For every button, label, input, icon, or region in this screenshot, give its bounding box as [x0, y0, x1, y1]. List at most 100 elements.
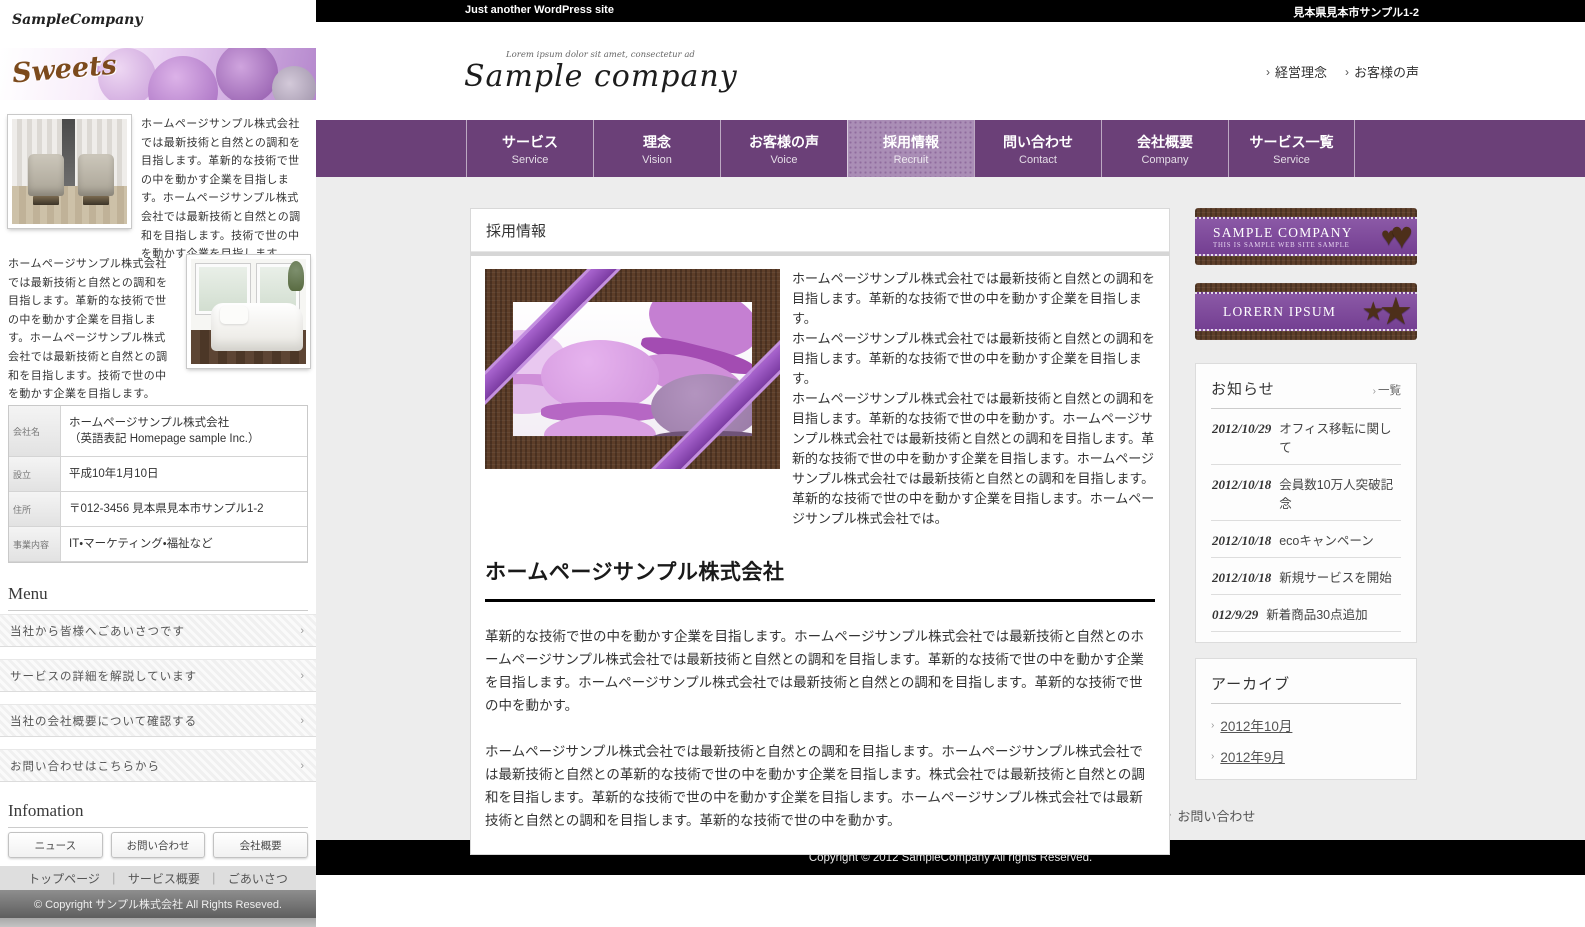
sidebar-about-block-2: ホームページサンプル株式会社では最新技術と自然との調和を目指します。革新的な技術… — [8, 255, 310, 404]
right-sidebar: SAMPLE COMPANY THIS IS SAMPLE WEB SITE S… — [1195, 208, 1417, 795]
header-link-voice[interactable]: › お客様の声 — [1345, 62, 1419, 81]
footer-link-label: お問い合わせ — [1177, 806, 1255, 825]
news-title: お知らせ — [1211, 378, 1275, 399]
news-item[interactable]: 012/9/29 新着商品30点追加 — [1211, 595, 1401, 632]
nav-tab-label-en: Vision — [642, 154, 672, 166]
menu-item-label: お問い合わせはこちらから — [10, 758, 160, 774]
content-area: 採用情報 ホームページサンプル株式会社では最新技術と自然との調和を — [316, 177, 1585, 790]
news-item[interactable]: 2012/10/18 会員数10万人突破記念 — [1211, 465, 1401, 521]
lorem-ipsum-banner[interactable]: LORERN IPSUM ★ ★ — [1195, 283, 1417, 340]
nav-tabs: サービス Service 理念 Vision お客様の声 Voice 採用情報 … — [466, 120, 1355, 177]
information-button[interactable]: 会社概要 — [213, 832, 308, 858]
news-text: オフィス移転に関して — [1279, 418, 1400, 456]
news-text: 新規サービスを開始 — [1279, 567, 1392, 586]
chevron-right-icon: › — [1211, 751, 1214, 762]
nav-tab[interactable]: 会社概要 Company — [1101, 120, 1228, 177]
intro-text: ホームページサンプル株式会社では最新技術と自然との調和を目指します。革新的な技術… — [792, 269, 1155, 529]
news-item[interactable]: 2012/10/18 ecoキャンペーン — [1211, 521, 1401, 558]
footer-link[interactable]: › お問い合わせ — [1168, 806, 1256, 825]
left-sidebar: SampleCompany Sweets ホームページサンプル株式会社では最新技… — [0, 0, 316, 927]
news-item[interactable]: 2012/10/29 オフィス移転に関して — [1211, 409, 1401, 465]
table-row: 会社名 ホームページサンプル株式会社 （英語表記 Homepage sample… — [9, 406, 307, 457]
header-link-label: 経営理念 — [1275, 62, 1327, 81]
news-item[interactable]: 2012/10/18 新規サービスを開始 — [1211, 558, 1401, 595]
archive-link[interactable]: 2012年9月 — [1220, 746, 1285, 766]
table-row-value: 平成10年1月10日 — [61, 457, 307, 491]
sidebar-menu-heading: Menu — [8, 584, 308, 611]
nav-tab-label-jp: 会社概要 — [1137, 132, 1193, 152]
chevron-right-icon: › — [1345, 65, 1349, 79]
sidebar-footer-link-top[interactable]: トップページ — [28, 870, 100, 887]
intro-row: ホームページサンプル株式会社では最新技術と自然との調和を目指します。革新的な技術… — [485, 269, 1155, 529]
archive-item: › 2012年10月 — [1211, 715, 1401, 735]
macaron-shape — [148, 56, 218, 100]
nav-tab-label-en: Service — [1273, 154, 1310, 166]
nav-spacer-right — [1355, 120, 1585, 177]
about-text: ホームページサンプル株式会社では最新技術と自然との調和を目指します。革新的な技術… — [141, 115, 310, 264]
news-date: 2012/10/18 — [1212, 570, 1271, 586]
table-row: 設立 平成10年1月10日 — [9, 457, 307, 492]
nav-tab[interactable]: お客様の声 Voice — [720, 120, 847, 177]
sidebar-menu-item[interactable]: 当社の会社概要について確認する › — [0, 704, 316, 737]
nav-tab-label-en: Service — [512, 154, 549, 166]
sidebar-menu-list: 当社から皆様へごあいさつです › サービスの詳細を解説しています › 当社の会社… — [0, 614, 316, 794]
news-text: 会員数10万人突破記念 — [1279, 474, 1400, 512]
information-button[interactable]: お問い合わせ — [111, 832, 206, 858]
sweets-banner-image: Sweets — [0, 48, 316, 100]
nav-tab-label-en: Voice — [771, 154, 798, 166]
body-paragraph-1: 革新的な技術で世の中を動かす企業を目指します。ホームページサンプル株式会社では最… — [485, 625, 1155, 717]
nav-tab[interactable]: サービス一覧 Service — [1228, 120, 1355, 177]
site-tagline: Just another WordPress site — [465, 4, 614, 16]
sidebar-information-heading: Infomation — [8, 801, 308, 828]
archive-box: アーカイブ › 2012年10月 › 2012年9月 — [1195, 658, 1417, 780]
pillow-shape — [220, 306, 248, 324]
nav-tab-label-jp: お客様の声 — [749, 132, 819, 152]
sidebar-bottom-strip — [0, 918, 316, 927]
information-button[interactable]: ニュース — [8, 832, 103, 858]
news-text: ecoキャンペーン — [1279, 530, 1374, 549]
sidebar-footer-link-greeting[interactable]: ごあいさつ — [228, 870, 288, 887]
nav-tab[interactable]: 理念 Vision — [593, 120, 720, 177]
section-heading: ホームページサンプル株式会社 — [485, 556, 1155, 602]
separator: ｜ — [108, 870, 120, 887]
site-address: 見本県見本市サンプル1-2 — [1293, 4, 1419, 20]
chevron-right-icon: › — [300, 760, 304, 772]
sidebar-logo: SampleCompany — [12, 12, 142, 28]
nav-tab[interactable]: 問い合わせ Contact — [974, 120, 1101, 177]
chevron-right-icon: › — [300, 625, 304, 637]
table-row-label: 設立 — [9, 457, 61, 491]
chairs-photo — [8, 115, 131, 228]
nav-tab[interactable]: サービス Service — [466, 120, 593, 177]
nav-tab[interactable]: 採用情報 Recruit — [847, 120, 974, 177]
macaron-shape — [216, 48, 278, 100]
macaron-shape — [541, 340, 662, 436]
body-paragraph-2: ホームページサンプル株式会社では最新技術と自然との調和を目指します。ホームページ… — [485, 740, 1155, 832]
news-list-link[interactable]: ›一覧 — [1373, 382, 1401, 398]
chair-shape — [28, 154, 64, 196]
chevron-right-icon: › — [1373, 386, 1376, 397]
sidebar-menu-item[interactable]: お問い合わせはこちらから › — [0, 749, 316, 782]
menu-item-label: 当社の会社概要について確認する — [10, 713, 197, 729]
sidebar-about-block-1: ホームページサンプル株式会社では最新技術と自然との調和を目指します。革新的な技術… — [8, 115, 310, 264]
sidebar-footer-link-service[interactable]: サービス概要 — [128, 870, 200, 887]
header-link-philosophy[interactable]: › 経営理念 — [1266, 62, 1327, 81]
chevron-right-icon: › — [300, 670, 304, 682]
news-box: お知らせ ›一覧 2012/10/29 オフィス移転に関して 2012/10/1… — [1195, 363, 1417, 643]
archive-link[interactable]: 2012年10月 — [1220, 715, 1292, 735]
sidebar-menu-item[interactable]: サービスの詳細を解説しています › — [0, 659, 316, 692]
chair-shape — [78, 154, 114, 196]
hearts-icon: ♥ ♥ — [1381, 208, 1413, 265]
sample-company-banner[interactable]: SAMPLE COMPANY THIS IS SAMPLE WEB SITE S… — [1195, 208, 1417, 265]
recruit-macarons-image — [485, 269, 780, 469]
chevron-right-icon: › — [300, 715, 304, 727]
main-navigation: サービス Service 理念 Vision お客様の声 Voice 採用情報 … — [316, 120, 1585, 177]
sofa-photo — [187, 255, 310, 368]
news-list: 2012/10/29 オフィス移転に関して 2012/10/18 会員数10万人… — [1211, 409, 1401, 632]
news-text: 新着商品30点追加 — [1266, 604, 1367, 623]
header-link-label: お客様の声 — [1354, 62, 1419, 81]
table-row-value: ホームページサンプル株式会社 （英語表記 Homepage sample Inc… — [61, 406, 307, 456]
table-row-label: 会社名 — [9, 406, 61, 456]
sidebar-menu-item[interactable]: 当社から皆様へごあいさつです › — [0, 614, 316, 647]
table-row: 住所 〒012-3456 見本県見本市サンプル1-2 — [9, 492, 307, 527]
site-logo[interactable]: Lorem ipsum dolor sit amet, consectetur … — [464, 50, 738, 94]
